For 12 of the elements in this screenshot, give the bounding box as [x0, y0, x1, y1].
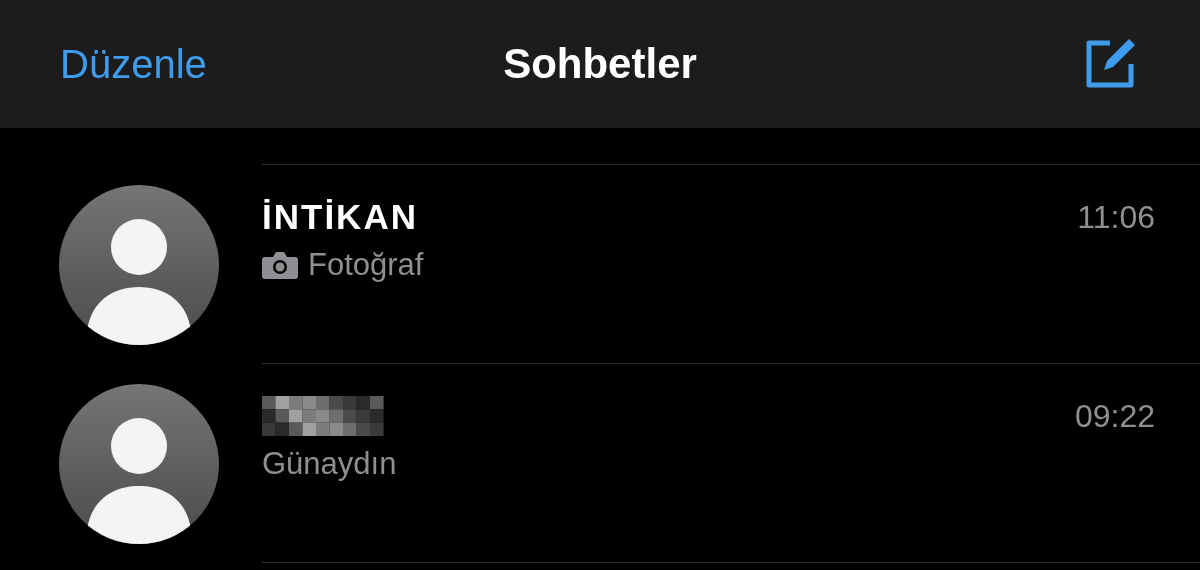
screen-title: Sohbetler: [503, 40, 697, 87]
avatar-icon: [59, 383, 219, 544]
message-preview: Fotoğraf: [308, 247, 424, 283]
camera-icon: [262, 251, 298, 279]
chat-row[interactable]: İNTİKAN 11:06 Fotoğraf: [0, 165, 1200, 364]
message-time: 09:22: [1074, 397, 1155, 435]
edit-button[interactable]: Düzenle: [60, 41, 207, 87]
contact-name: İNTİKAN: [262, 197, 418, 237]
avatar-icon: [59, 184, 219, 345]
message-preview: Günaydın: [262, 446, 397, 482]
chat-row[interactable]: 09:22 Günaydın: [0, 364, 1200, 563]
message-time: 11:06: [1077, 198, 1155, 236]
